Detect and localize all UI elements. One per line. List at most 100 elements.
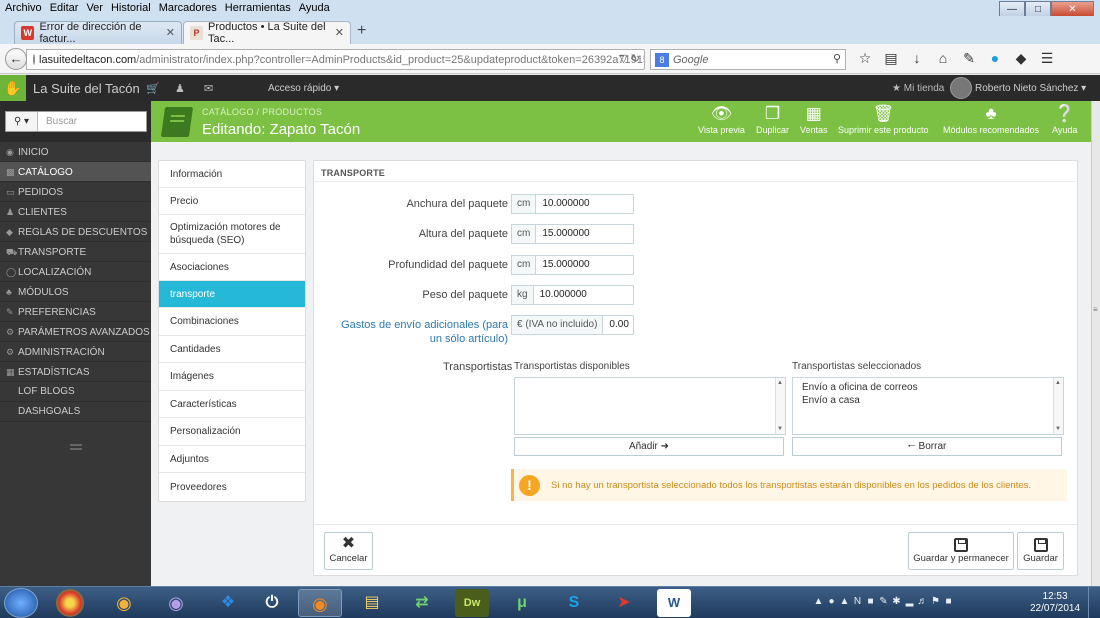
url-bar[interactable]: lasuitedeltacon.com/administrator/index.… [26,49,645,70]
folder-icon[interactable]: ▤ [350,589,394,617]
preview-button[interactable]: 👁 Vista previa [698,104,745,135]
sidebar-collapse-handle[interactable] [70,444,82,450]
utorrent-icon[interactable]: μ [500,589,544,617]
prestashop-logo-icon[interactable]: ✋ [0,75,26,101]
duplicate-button[interactable]: ❐ Duplicar [756,104,789,135]
dropbox-icon[interactable]: ❖ [206,589,250,617]
save-button[interactable]: Guardar [1017,532,1064,570]
selected-carriers-list[interactable]: Envío a oficina de correos Envío a casa … [792,377,1064,435]
recommended-modules-button[interactable]: ♣ Módulos recomendados [943,104,1039,135]
sidebar-item-clientes[interactable]: ♟ CLIENTES [0,202,151,222]
height-input[interactable]: cm 15.000000 [511,224,634,244]
my-shop-link[interactable]: ★ Mi tienda [892,83,944,94]
save-and-stay-button[interactable]: Guardar y permanecer [908,532,1014,570]
depth-input[interactable]: cm 15.000000 [511,255,634,275]
skype-icon[interactable]: S [552,589,596,617]
page-scrollbar[interactable]: ≡ [1091,101,1100,586]
tab-cantidades[interactable]: Cantidades [159,336,305,363]
clipboard-icon[interactable]: ▤ [878,50,904,67]
tray-icon[interactable]: ✱ [890,596,903,607]
skype-icon[interactable]: ● [982,50,1008,67]
menu-ayuda[interactable]: Ayuda [295,2,334,14]
sidebar-item-pedidos[interactable]: ▭ PEDIDOS [0,182,151,202]
list-item[interactable]: Envío a casa [793,394,1063,407]
tab-close-icon[interactable]: ✕ [335,26,344,39]
quick-access-dropdown[interactable]: Acceso rápido ▾ [268,83,339,94]
tray-icon[interactable]: ■ [864,596,877,607]
add-carrier-button[interactable]: Añadir ➜ [514,437,784,456]
tab-personalizacion[interactable]: Personalización [159,418,305,446]
sidebar-item-estadisticas[interactable]: ▦ ESTADÍSTICAS [0,362,151,382]
menu-historial[interactable]: Historial [107,2,155,14]
width-input[interactable]: cm 10.000000 [511,194,634,214]
sidebar-item-inicio[interactable]: ◉ INICIO [0,142,151,162]
firefox-icon[interactable]: ◉ [298,589,342,617]
filezilla-icon[interactable]: ➤ [602,589,646,617]
tab-combinaciones[interactable]: Combinaciones [159,308,305,336]
additional-shipping-input[interactable]: € (IVA no incluido) 0.00 [511,315,634,335]
tab-caracteristicas[interactable]: Características [159,391,305,418]
search-icon[interactable]: ⚲ ▾ [6,112,38,131]
sidebar-item-administracion[interactable]: ⚙ ADMINISTRACIÓN [0,342,151,362]
show-desktop-button[interactable] [1088,587,1100,618]
home-icon[interactable]: ⌂ [930,50,956,67]
taskbar-clock[interactable]: 12:53 22/07/2014 [1030,591,1080,615]
scroll-up-icon[interactable]: ▲ [1055,380,1061,386]
available-carriers-list[interactable]: ▲ ▼ [514,377,786,435]
tab-adjuntos[interactable]: Adjuntos [159,446,305,473]
cart-icon[interactable]: 🛒 [146,82,160,95]
paint-palette-icon[interactable]: ◉ [102,589,146,617]
tab-close-icon[interactable]: ✕ [166,26,175,39]
sidebar-item-transporte[interactable]: ⛟TRANSPORTE [0,242,151,262]
user-menu[interactable]: Roberto Nieto Sánchez ▾ [975,83,1086,94]
addon-icon[interactable]: ◆ [1008,50,1034,67]
tab-imagenes[interactable]: Imágenes [159,363,305,391]
tray-icon[interactable]: N [851,596,864,607]
scroll-down-icon[interactable]: ▼ [777,426,783,432]
browser-tab-productos[interactable]: P Productos • La Suite del Tac... ✕ [183,21,351,45]
delete-product-button[interactable]: 🗑 Suprimir este producto [838,104,929,135]
sidebar-item-dashgoals[interactable]: DASHGOALS [0,402,151,422]
sales-button[interactable]: ▦ Ventas [800,104,828,135]
menu-marcadores[interactable]: Marcadores [155,2,221,14]
search-icon[interactable]: ⚲ [833,52,841,65]
sidebar-item-localizacion[interactable]: ◯ LOCALIZACIÓN [0,262,151,282]
tray-icon[interactable]: ✎ [877,596,890,607]
web-search-input[interactable]: 8 Google ⚲ [650,49,846,70]
dreamweaver-icon[interactable]: Dw [455,589,489,617]
shop-name[interactable]: La Suite del Tacón [33,81,140,96]
scroll-up-icon[interactable]: ▲ [777,380,783,386]
bookmark-star-icon[interactable]: ☆ [852,50,878,67]
tray-icon[interactable]: ▲ [812,596,825,607]
tray-icon[interactable]: ▲ [838,596,851,607]
addon-icon[interactable]: ✎ [956,50,982,67]
list-item[interactable]: Envío a oficina de correos [793,381,1063,394]
remove-carrier-button[interactable]: 🠀 Borrar [792,437,1062,456]
list-scrollbar[interactable]: ▲ ▼ [775,378,785,434]
tab-informacion[interactable]: Información [159,161,305,188]
menu-archivo[interactable]: Archivo [0,2,46,14]
back-arrow-icon[interactable]: ← [5,48,27,70]
tab-asociaciones[interactable]: Asociaciones [159,254,305,281]
volume-icon[interactable]: ♬ [916,596,929,607]
sidebar-item-reglas-descuentos[interactable]: ◆ REGLAS DE DESCUENTOS [0,222,151,242]
transfer-icon[interactable]: ⇄ [400,589,444,617]
tab-transporte[interactable]: transporte [159,281,305,308]
chrome-icon[interactable] [56,589,84,617]
menu-ver[interactable]: Ver [82,2,107,14]
help-button[interactable]: ❔ Ayuda [1052,104,1077,135]
sidebar-item-preferencias[interactable]: ✎ PREFERENCIAS [0,302,151,322]
menu-editar[interactable]: Editar [46,2,83,14]
weight-input[interactable]: kg 10.000000 [511,285,634,305]
customer-icon[interactable]: ♟ [175,82,185,95]
browser-tab-error[interactable]: W Error de dirección de factur... ✕ [14,21,182,45]
tab-precio[interactable]: Precio [159,188,305,215]
word-icon[interactable]: W [657,589,691,617]
tray-icon[interactable]: ● [825,596,838,607]
menu-icon[interactable]: ☰ [1034,50,1060,67]
power-icon[interactable]: ⏻ [250,589,294,617]
list-scrollbar[interactable]: ▲ ▼ [1053,378,1063,434]
admin-search-input[interactable]: ⚲ ▾ Buscar [5,111,147,132]
download-icon[interactable]: ↓ [904,50,930,67]
flag-icon[interactable]: ⚑ [929,596,942,607]
